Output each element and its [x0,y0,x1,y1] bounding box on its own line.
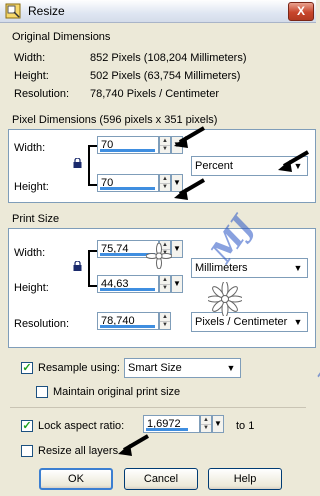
maintain-print-size-checkbox[interactable] [36,386,48,398]
original-height-label: Height: [14,70,49,82]
pointer-arrow-icon [174,178,206,200]
resample-checkbox[interactable]: ✓ [21,362,33,374]
print-height-label: Height: [14,282,49,294]
lock-aspect-label: Lock aspect ratio: [38,420,125,432]
print-height-bar [100,288,155,291]
original-height-value: 502 Pixels (63,754 Millimeters) [90,70,241,82]
pointer-arrow-icon [174,126,206,148]
print-height-dropdown-arrow[interactable]: ▼ [171,275,183,293]
pointer-arrow-icon [118,434,150,456]
print-resolution-input[interactable]: 78,740 [97,312,159,330]
chevron-down-icon: ▼ [293,317,303,327]
aspect-ratio-suffix: to 1 [236,420,255,432]
help-button[interactable]: Help [208,468,282,490]
lock-aspect-checkbox[interactable]: ✓ [21,420,33,432]
original-resolution-value: 78,740 Pixels / Centimeter [90,88,220,100]
flower-icon [146,243,172,269]
pixel-height-label: Height: [14,181,49,193]
separator [10,407,306,408]
pixel-width-input[interactable]: 70 [97,136,159,154]
app-icon [5,3,21,19]
resize-all-layers-checkbox[interactable] [21,445,33,457]
flower-icon [208,282,242,316]
original-width-label: Width: [14,52,46,64]
pixel-height-input[interactable]: 70 [97,174,159,192]
aspect-ratio-spinner[interactable]: ▲ ▼ [200,415,212,433]
print-resolution-spinner[interactable]: ▲ ▼ [159,312,171,330]
print-width-dropdown-arrow[interactable]: ▼ [171,240,183,258]
pointer-arrow-icon [278,150,310,172]
original-resolution-label: Resolution: [14,88,70,100]
pixel-width-bar [100,149,155,152]
print-size-heading: Print Size [12,213,60,225]
print-unit-select[interactable]: Millimeters ▼ [191,258,308,278]
close-button[interactable]: X [288,2,314,21]
resample-method-select[interactable]: Smart Size ▼ [124,358,241,378]
chevron-down-icon: ▼ [226,363,236,373]
chevron-down-icon: ▼ [293,263,303,273]
aspect-ratio-input[interactable]: 1,6972 [143,415,200,433]
print-height-input[interactable]: 44,63 [97,275,159,293]
aspect-ratio-bar [146,428,188,431]
aspect-ratio-dropdown-arrow[interactable]: ▼ [212,415,224,433]
print-resolution-label: Resolution: [14,318,70,330]
resize-all-layers-label: Resize all layers [38,445,119,457]
cancel-button[interactable]: Cancel [124,468,198,490]
print-resolution-bar [100,325,155,328]
pixel-dimensions-heading: Pixel Dimensions (596 pixels x 351 pixel… [12,114,218,126]
lock-icon [73,158,82,168]
lock-icon [73,261,82,271]
resample-label: Resample using: [38,362,120,374]
ok-button[interactable]: OK [39,468,113,490]
maintain-print-size-label: Maintain original print size [53,386,181,398]
window-title: Resize [28,4,65,18]
print-width-label: Width: [14,247,46,259]
title-bar: Resize X [0,0,316,23]
print-height-spinner[interactable]: ▲ ▼ [159,275,171,293]
pixel-width-label: Width: [14,142,46,154]
original-width-value: 852 Pixels (108,204 Millimeters) [90,52,247,64]
pixel-height-bar [100,187,155,190]
original-dimensions-heading: Original Dimensions [12,31,111,43]
